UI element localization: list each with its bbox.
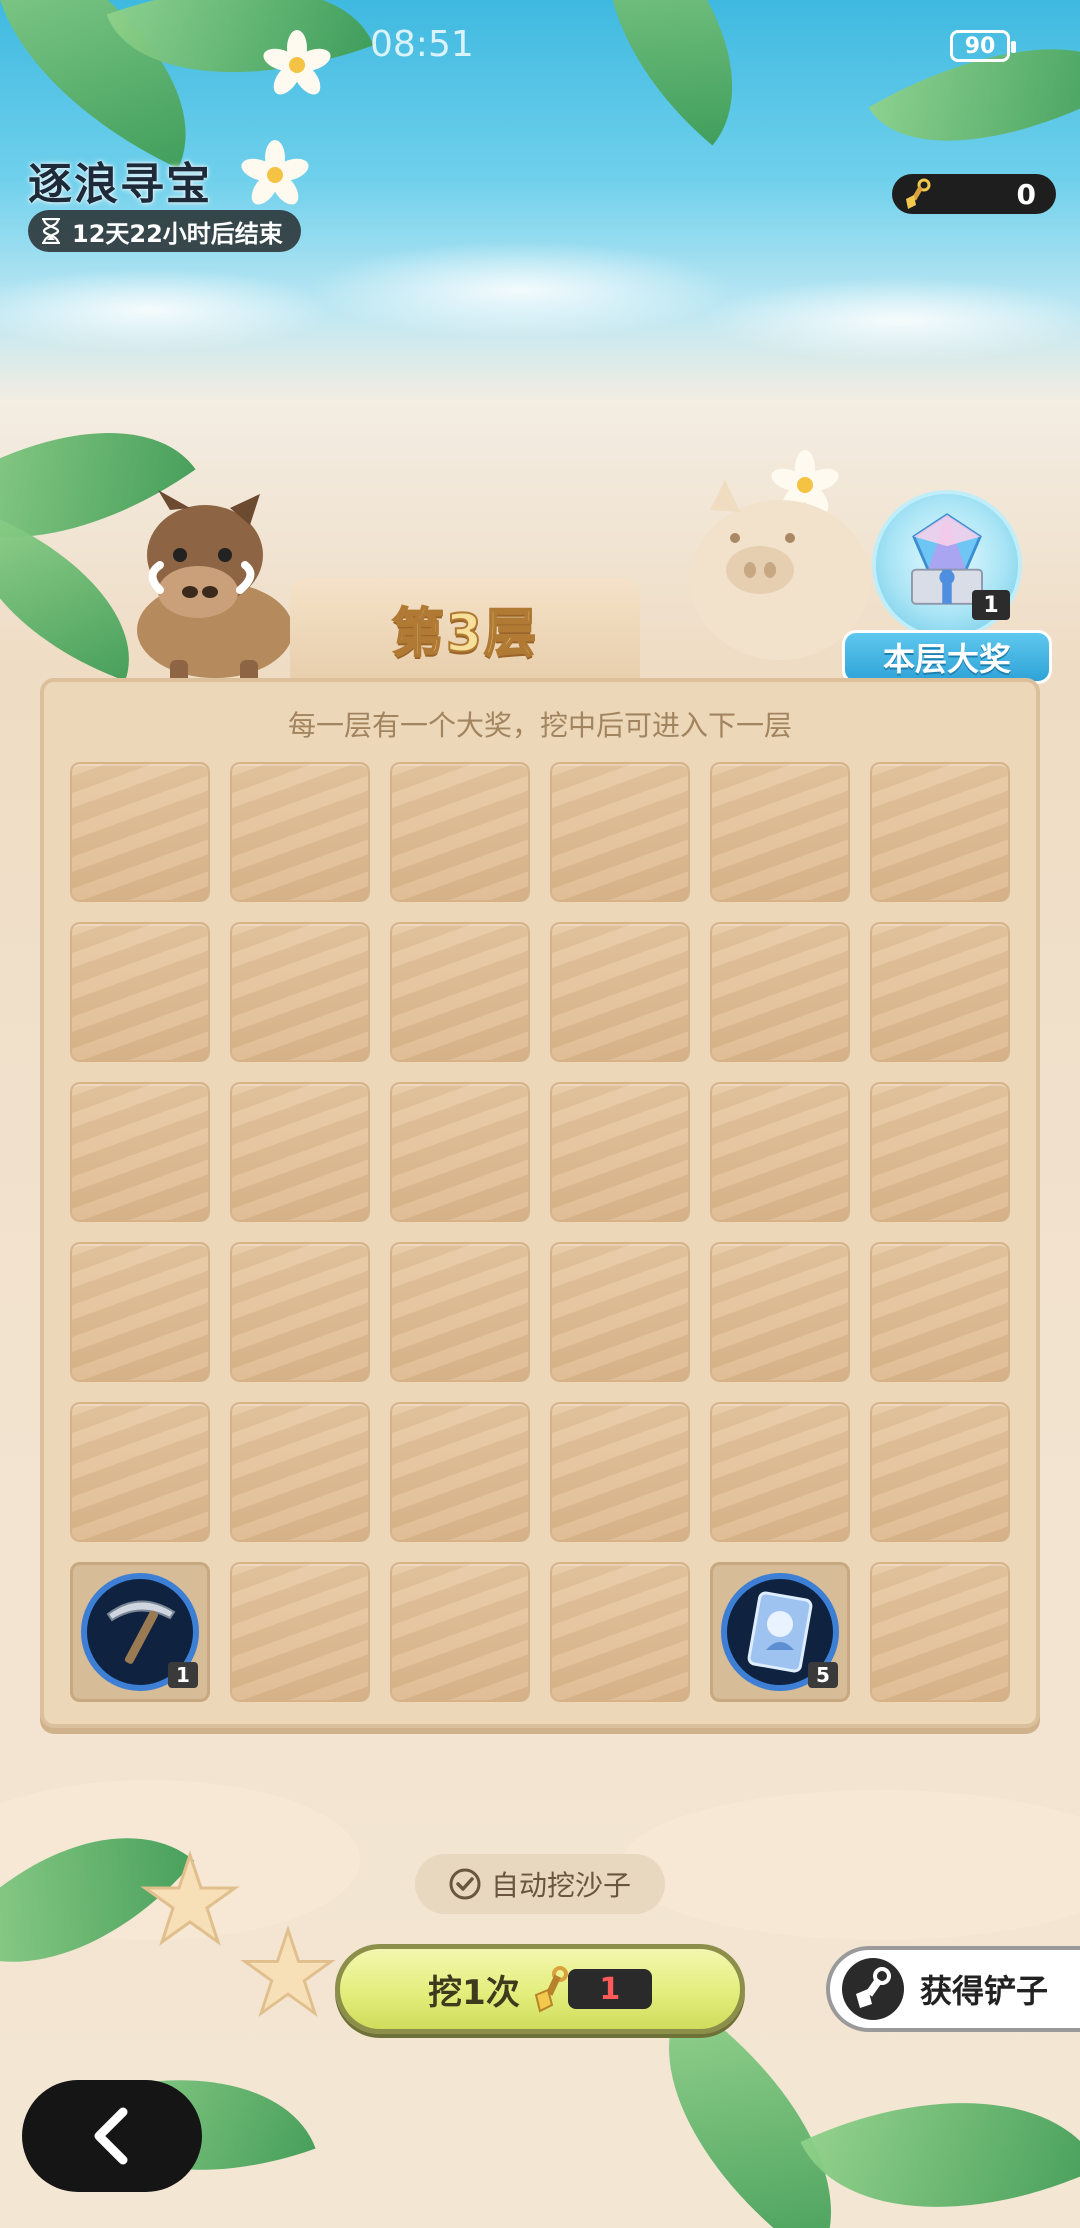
back-button[interactable] xyxy=(22,2080,202,2192)
grand-prize[interactable]: 1 本层大奖 xyxy=(842,490,1052,690)
dig-tile[interactable] xyxy=(550,1562,690,1702)
dig-board: 每一层有一个大奖，挖中后可进入下一层 15 xyxy=(40,678,1040,1728)
chevron-left-icon xyxy=(94,2107,128,2165)
countdown-pill: 12天22小时后结束 xyxy=(28,210,301,252)
dig-cost-value: 1 xyxy=(567,1969,652,2009)
battery-icon: 90 xyxy=(950,30,1016,62)
dig-tile[interactable] xyxy=(390,762,530,902)
shovel-count: 0 xyxy=(1016,177,1036,211)
auto-dig-toggle[interactable]: 自动挖沙子 xyxy=(415,1854,665,1914)
board-hint: 每一层有一个大奖，挖中后可进入下一层 xyxy=(287,709,792,742)
dig-tile[interactable] xyxy=(70,922,210,1062)
hourglass-icon xyxy=(42,218,60,244)
dig-button-label: 挖1次 xyxy=(428,1972,520,2013)
dig-tile[interactable] xyxy=(870,1402,1010,1542)
starfish-icon xyxy=(240,1925,336,2018)
dig-tile[interactable] xyxy=(710,922,850,1062)
countdown-text: 12天22小时后结束 xyxy=(72,219,283,248)
dig-tile[interactable] xyxy=(710,762,850,902)
dig-tile[interactable] xyxy=(70,1402,210,1542)
dig-tile[interactable] xyxy=(390,1082,530,1222)
dig-tile[interactable] xyxy=(70,1242,210,1382)
get-shovel-button[interactable]: 获得铲子 xyxy=(826,1946,1080,2032)
dig-tile[interactable] xyxy=(550,922,690,1062)
grand-prize-count: 1 xyxy=(972,590,1010,620)
checkbox-checked-icon xyxy=(449,1868,481,1900)
dig-tile[interactable] xyxy=(230,1402,370,1542)
dig-tile[interactable] xyxy=(230,922,370,1062)
dig-tile[interactable] xyxy=(550,1402,690,1542)
dig-tile[interactable] xyxy=(550,1242,690,1382)
palm-leaf-decoration xyxy=(800,2032,1080,2228)
floor-label: 第3层 xyxy=(391,603,539,665)
reward-count: 1 xyxy=(168,1662,198,1688)
floor-banner: 第3层 xyxy=(290,578,640,678)
dig-tile[interactable] xyxy=(710,1082,850,1222)
dig-tile[interactable] xyxy=(230,762,370,902)
get-shovel-label: 获得铲子 xyxy=(920,1972,1049,2010)
dug-tile[interactable]: 1 xyxy=(70,1562,210,1702)
auto-dig-label: 自动挖沙子 xyxy=(490,1869,631,1902)
shovel-icon xyxy=(906,178,931,209)
dig-tile[interactable] xyxy=(710,1242,850,1382)
dig-tile[interactable] xyxy=(870,1242,1010,1382)
dig-tile[interactable] xyxy=(230,1082,370,1222)
dig-tile[interactable] xyxy=(390,1402,530,1542)
shovel-counter: 0 xyxy=(892,174,1056,214)
palm-leaf-decoration xyxy=(543,0,797,146)
dig-tile[interactable] xyxy=(230,1242,370,1382)
boar-mascot xyxy=(137,490,293,686)
dig-tile[interactable] xyxy=(390,1562,530,1702)
battery-level: 90 xyxy=(964,33,996,59)
status-time: 08:51 xyxy=(370,24,474,65)
event-title: 逐浪寻宝 xyxy=(28,159,212,210)
dig-tile[interactable] xyxy=(710,1402,850,1542)
dug-tile[interactable]: 5 xyxy=(710,1562,850,1702)
dig-tile[interactable] xyxy=(390,1242,530,1382)
shovel-icon xyxy=(842,1958,904,2020)
plumeria-flower-icon xyxy=(260,30,334,100)
grand-prize-label: 本层大奖 xyxy=(842,630,1052,684)
dig-tile[interactable] xyxy=(550,762,690,902)
sand-mound xyxy=(620,1790,1080,1940)
dig-grid: 15 xyxy=(70,762,1010,1702)
dig-tile[interactable] xyxy=(870,922,1010,1062)
dig-tile[interactable] xyxy=(390,922,530,1062)
dig-cost: 1 xyxy=(530,1965,652,2013)
dig-tile[interactable] xyxy=(70,762,210,902)
dig-tile[interactable] xyxy=(870,1082,1010,1222)
dig-tile[interactable] xyxy=(230,1562,370,1702)
dig-tile[interactable] xyxy=(70,1082,210,1222)
reward-count: 5 xyxy=(808,1662,838,1688)
treasure-hunt-screen: 08:51 90 逐浪寻宝 12天22小时后结束 0 1 本层大奖 第3层 每一… xyxy=(0,0,1080,2228)
dig-tile[interactable] xyxy=(870,762,1010,902)
dig-tile[interactable] xyxy=(550,1082,690,1222)
starfish-icon xyxy=(140,1850,240,1946)
plumeria-flower-icon xyxy=(238,140,312,210)
dig-tile[interactable] xyxy=(870,1562,1010,1702)
dig-once-button[interactable]: 挖1次 1 xyxy=(335,1944,745,2034)
shovel-icon xyxy=(534,1966,568,2013)
